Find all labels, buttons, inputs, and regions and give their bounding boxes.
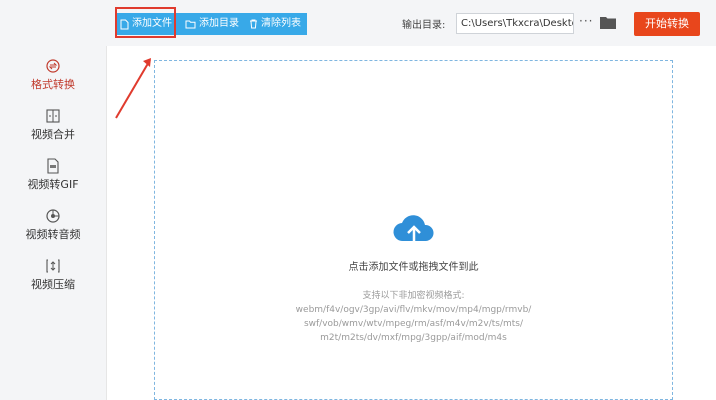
more-options-button[interactable]: ··· [579,14,593,28]
open-folder-icon[interactable] [600,15,616,29]
gif-icon [45,158,61,174]
add-folder-button[interactable]: 添加目录 [185,13,239,35]
audio-icon [45,208,61,224]
clear-list-label: 清除列表 [261,18,301,29]
sidebar-item-label: 视频压缩 [31,278,75,291]
sidebar-item-label: 格式转换 [31,78,75,91]
video-merge-icon [45,108,61,124]
supported-formats: 支持以下非加密视频格式: webm/f4v/ogv/3gp/avi/flv/mk… [154,289,673,345]
sidebar-item-video-to-audio[interactable]: 视频转音频 [0,208,106,242]
sidebar-item-label: 视频转音频 [25,228,81,241]
sidebar: 格式转换 视频合并 视频转GIF 视频转音频 视频压缩 [0,46,107,400]
compress-icon [45,258,61,274]
sidebar-item-video-compress[interactable]: 视频压缩 [0,258,106,292]
output-dir-label: 输出目录: [402,20,446,31]
formats-title: 支持以下非加密视频格式: [362,291,465,301]
sidebar-item-video-merge[interactable]: 视频合并 [0,108,106,142]
sidebar-item-format-convert[interactable]: 格式转换 [0,58,106,92]
add-file-button[interactable]: 添加文件 [120,13,172,35]
cloud-upload-icon[interactable] [391,211,437,249]
format-convert-icon [45,58,61,74]
file-button-group: 添加文件 添加目录 清除列表 [115,13,307,35]
trash-icon [250,19,257,29]
output-path-field[interactable]: C:\Users\Tkxcra\Deskto [456,13,574,34]
add-file-label: 添加文件 [132,18,172,29]
formats-line-1: webm/f4v/ogv/3gp/avi/flv/mkv/mov/mp4/mgp… [295,305,532,315]
sidebar-item-label: 视频转GIF [27,178,79,191]
formats-line-2: swf/vob/wmv/wtv/mpeg/rm/asf/m4v/m2v/ts/m… [303,319,524,329]
sidebar-item-video-to-gif[interactable]: 视频转GIF [0,158,106,192]
formats-line-3: m2t/m2ts/dv/mxf/mpg/3gpp/aif/mod/m4s [320,333,507,343]
start-convert-button[interactable]: 开始转换 [634,12,700,36]
clear-list-button[interactable]: 清除列表 [249,13,301,35]
file-icon [120,19,129,29]
folder-outline-icon [185,20,196,28]
sidebar-item-label: 视频合并 [31,128,75,141]
add-folder-label: 添加目录 [199,18,239,29]
drop-hint-text: 点击添加文件或拖拽文件到此 [348,262,479,273]
